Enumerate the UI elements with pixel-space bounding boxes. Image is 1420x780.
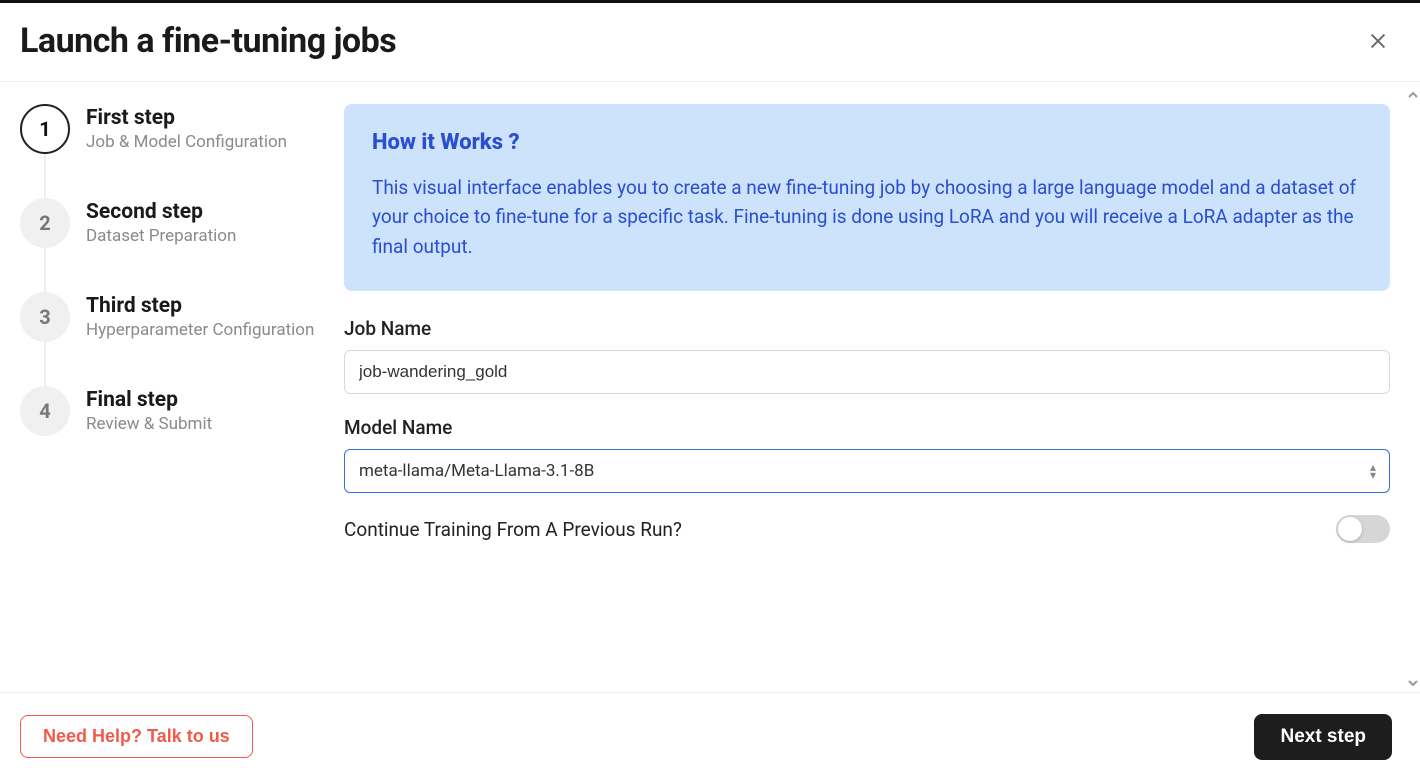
toggle-knob	[1338, 517, 1362, 541]
continue-training-toggle[interactable]	[1336, 515, 1390, 543]
model-name-label: Model Name	[344, 416, 1390, 439]
footer-bar: Need Help? Talk to us Next step	[0, 692, 1420, 780]
job-name-field: Job Name	[344, 317, 1390, 394]
chevron-up-down-icon: ▴▾	[1370, 464, 1376, 478]
job-name-label: Job Name	[344, 317, 1390, 340]
step-3[interactable]: 3 Third step Hyperparameter Configuratio…	[20, 292, 334, 386]
step-subtitle-1: Job & Model Configuration	[86, 132, 287, 152]
page-title: Launch a fine-tuning jobs	[20, 21, 396, 61]
continue-training-label: Continue Training From A Previous Run?	[344, 518, 682, 541]
step-connector	[44, 154, 46, 200]
next-step-button[interactable]: Next step	[1254, 714, 1392, 760]
step-badge-1: 1	[20, 104, 70, 154]
step-badge-2: 2	[20, 198, 70, 248]
step-badge-4: 4	[20, 386, 70, 436]
step-connector	[44, 342, 46, 388]
step-title-2: Second step	[86, 200, 236, 224]
step-subtitle-4: Review & Submit	[86, 414, 212, 434]
step-2[interactable]: 2 Second step Dataset Preparation	[20, 198, 334, 292]
step-title-1: First step	[86, 106, 287, 130]
stepper-sidebar: 1 First step Job & Model Configuration 2…	[0, 82, 344, 686]
step-4[interactable]: 4 Final step Review & Submit	[20, 386, 334, 436]
need-help-button[interactable]: Need Help? Talk to us	[20, 715, 253, 758]
step-title-3: Third step	[86, 294, 314, 318]
step-1[interactable]: 1 First step Job & Model Configuration	[20, 104, 334, 198]
model-name-field: Model Name meta-llama/Meta-Llama-3.1-8B …	[344, 416, 1390, 493]
step-subtitle-2: Dataset Preparation	[86, 226, 236, 246]
model-name-value: meta-llama/Meta-Llama-3.1-8B	[359, 461, 594, 481]
step-badge-3: 3	[20, 292, 70, 342]
step-connector	[44, 248, 46, 294]
info-box: How it Works ? This visual interface ena…	[344, 104, 1390, 291]
model-name-select[interactable]: meta-llama/Meta-Llama-3.1-8B	[344, 449, 1390, 493]
step-subtitle-3: Hyperparameter Configuration	[86, 320, 314, 340]
info-title: How it Works ?	[372, 130, 1362, 155]
close-button[interactable]	[1364, 27, 1392, 55]
main-content: How it Works ? This visual interface ena…	[344, 82, 1420, 686]
close-icon	[1367, 30, 1389, 52]
step-title-4: Final step	[86, 388, 212, 412]
modal-header: Launch a fine-tuning jobs	[0, 3, 1420, 82]
info-body: This visual interface enables you to cre…	[372, 173, 1362, 261]
job-name-input[interactable]	[344, 350, 1390, 394]
continue-training-row: Continue Training From A Previous Run?	[344, 515, 1390, 543]
